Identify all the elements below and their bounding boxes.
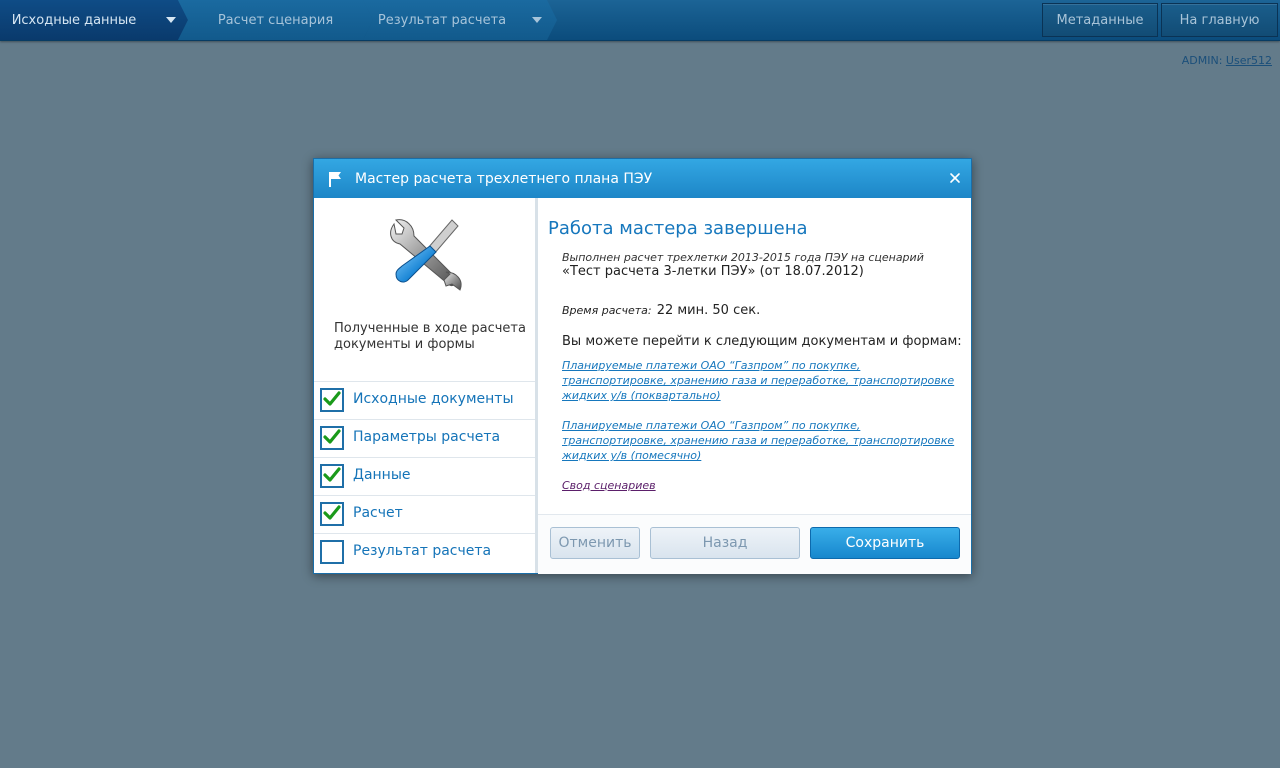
link-scenario-summary[interactable]: Свод сценариев — [562, 478, 962, 493]
checkbox-checked[interactable] — [320, 426, 344, 450]
checkmark-icon — [323, 467, 341, 482]
check-item-calc-params[interactable]: Параметры расчета — [314, 419, 535, 457]
close-icon[interactable] — [949, 172, 961, 184]
chevron-down-icon[interactable] — [166, 17, 176, 23]
flag-icon — [329, 172, 341, 187]
wizard-dialog: Мастер расчета трехлетнего плана ПЭУ Пол… — [313, 158, 972, 574]
check-item-calc-result[interactable]: Результат расчета — [314, 533, 535, 571]
checklist-panel: Полученные в ходе расчета документы и фо… — [314, 198, 538, 573]
top-bar: Исходные данные Расчет сценария Результа… — [0, 0, 1280, 41]
checkmark-icon — [323, 505, 341, 520]
check-list: Исходные документы Параметры расчета Дан… — [314, 381, 535, 571]
left-caption: Полученные в ходе расчета документы и фо… — [334, 321, 526, 352]
metadata-button[interactable]: Метаданные — [1042, 3, 1158, 37]
user-info: ADMIN: User512 — [1182, 54, 1272, 67]
check-item-source-docs[interactable]: Исходные документы — [314, 381, 535, 419]
link-payments-monthly[interactable]: Планируемые платежи ОАО “Газпром” по пок… — [562, 418, 962, 463]
link-payments-quarterly[interactable]: Планируемые платежи ОАО “Газпром” по пок… — [562, 358, 962, 403]
checkmark-icon — [323, 391, 341, 406]
checkmark-icon — [323, 429, 341, 444]
tools-icon — [390, 219, 462, 291]
chevron-down-icon[interactable] — [532, 17, 542, 23]
dialog-title-bar: Мастер расчета трехлетнего плана ПЭУ — [314, 159, 971, 198]
checkbox-unchecked[interactable] — [320, 540, 344, 564]
check-item-label: Данные — [353, 467, 411, 483]
cancel-button[interactable]: Отменить — [550, 527, 640, 559]
user-role: ADMIN: — [1181, 54, 1223, 67]
wizard-step-label: Исходные данные — [11, 12, 137, 28]
scenario-name: «Тест расчета 3-летки ПЭУ» (от 18.07.201… — [562, 264, 864, 279]
checkbox-checked[interactable] — [320, 464, 344, 488]
check-item-label: Расчет — [353, 505, 403, 521]
completion-heading: Работа мастера завершена — [548, 218, 808, 239]
dialog-footer: Отменить Назад Сохранить — [538, 514, 971, 574]
calc-time: Время расчета: 22 мин. 50 сек. — [562, 299, 760, 318]
check-item-data[interactable]: Данные — [314, 457, 535, 495]
check-item-label: Исходные документы — [353, 391, 514, 407]
home-button[interactable]: На главную — [1161, 3, 1278, 37]
calc-time-value: 22 мин. 50 сек. — [656, 303, 761, 318]
dialog-title: Мастер расчета трехлетнего плана ПЭУ — [355, 171, 653, 187]
wizard-step-calc-result[interactable]: Результат расчета — [363, 0, 557, 40]
back-button[interactable]: Назад — [650, 527, 800, 559]
calc-info-line: Выполнен расчет трехлетки 2013-2015 года… — [562, 251, 924, 264]
wizard-step-source-data[interactable]: Исходные данные — [0, 0, 188, 40]
checkbox-checked[interactable] — [320, 388, 344, 412]
user-link[interactable]: User512 — [1226, 54, 1272, 67]
wizard-step-label: Расчет сценария — [217, 12, 334, 28]
check-item-label: Результат расчета — [353, 543, 492, 559]
checkbox-checked[interactable] — [320, 502, 344, 526]
wizard-step-scenario-calc[interactable]: Расчет сценария — [178, 0, 373, 40]
calc-time-label: Время расчета: — [562, 304, 652, 317]
save-button[interactable]: Сохранить — [810, 527, 960, 559]
result-panel: Работа мастера завершена Выполнен расчет… — [538, 198, 971, 574]
check-item-calculation[interactable]: Расчет — [314, 495, 535, 533]
check-item-label: Параметры расчета — [353, 429, 501, 445]
next-docs-text: Вы можете перейти к следующим документам… — [562, 334, 962, 349]
wizard-step-label: Результат расчета — [377, 12, 507, 28]
